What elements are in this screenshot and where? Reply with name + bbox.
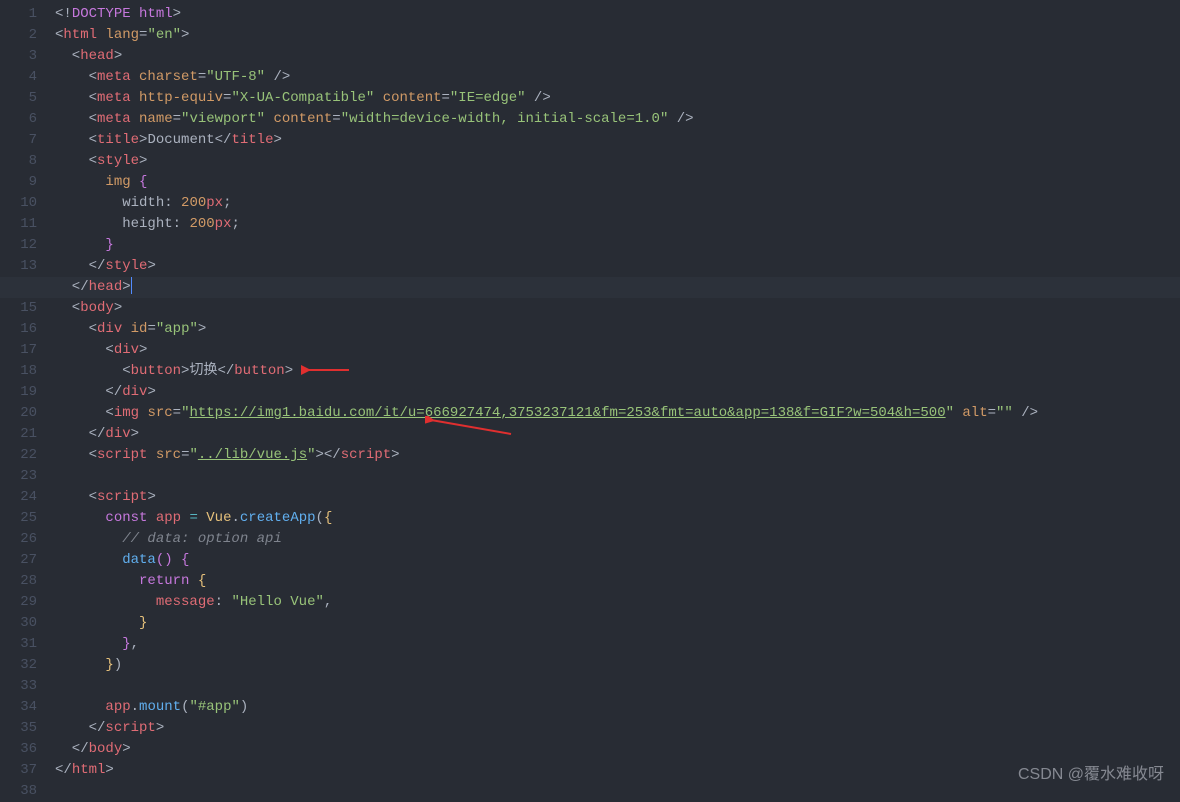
code-line[interactable]: const app = Vue.createApp({	[55, 508, 1180, 529]
code-line[interactable]: <script>	[55, 487, 1180, 508]
code-line[interactable]: </script>	[55, 718, 1180, 739]
code-line[interactable]: <img src="https://img1.baidu.com/it/u=66…	[55, 403, 1180, 424]
code-line[interactable]: <button>切换</button>	[55, 361, 1180, 382]
code-line[interactable]: message: "Hello Vue",	[55, 592, 1180, 613]
code-line[interactable]: <body>	[55, 298, 1180, 319]
code-line[interactable]: }	[55, 613, 1180, 634]
code-line[interactable]: <!DOCTYPE html>	[55, 4, 1180, 25]
code-line[interactable]: </style>	[55, 256, 1180, 277]
code-line[interactable]: </div>	[55, 382, 1180, 403]
code-line[interactable]: app.mount("#app")	[55, 697, 1180, 718]
code-line[interactable]: width: 200px;	[55, 193, 1180, 214]
code-area[interactable]: <!DOCTYPE html> <html lang="en"> <head> …	[55, 0, 1180, 794]
code-line[interactable]: <style>	[55, 151, 1180, 172]
code-line[interactable]	[55, 676, 1180, 697]
code-line[interactable]: <title>Document</title>	[55, 130, 1180, 151]
code-line[interactable]: <meta charset="UTF-8" />	[55, 67, 1180, 88]
code-line[interactable]: <div id="app">	[55, 319, 1180, 340]
code-line[interactable]	[55, 781, 1180, 802]
line-gutter: 1234567891011121314151617181920212223242…	[0, 0, 55, 794]
code-line-active[interactable]: </head>	[55, 277, 1180, 298]
code-line[interactable]: data() {	[55, 550, 1180, 571]
watermark: CSDN @覆水难收呀	[1018, 760, 1164, 784]
code-line[interactable]: <meta name="viewport" content="width=dev…	[55, 109, 1180, 130]
code-line[interactable]: <html lang="en">	[55, 25, 1180, 46]
code-line[interactable]: },	[55, 634, 1180, 655]
code-line[interactable]: })	[55, 655, 1180, 676]
code-line[interactable]: // data: option api	[55, 529, 1180, 550]
code-line[interactable]: <div>	[55, 340, 1180, 361]
code-line[interactable]: <head>	[55, 46, 1180, 67]
code-editor[interactable]: 1234567891011121314151617181920212223242…	[0, 0, 1180, 794]
code-line[interactable]: <script src="../lib/vue.js"></script>	[55, 445, 1180, 466]
code-line[interactable]: img {	[55, 172, 1180, 193]
code-line[interactable]: </div>	[55, 424, 1180, 445]
code-line[interactable]: </html>	[55, 760, 1180, 781]
code-line[interactable]	[55, 466, 1180, 487]
code-line[interactable]: </body>	[55, 739, 1180, 760]
code-line[interactable]: return {	[55, 571, 1180, 592]
text-cursor	[131, 277, 132, 294]
code-line[interactable]: <meta http-equiv="X-UA-Compatible" conte…	[55, 88, 1180, 109]
code-line[interactable]: }	[55, 235, 1180, 256]
code-line[interactable]: height: 200px;	[55, 214, 1180, 235]
